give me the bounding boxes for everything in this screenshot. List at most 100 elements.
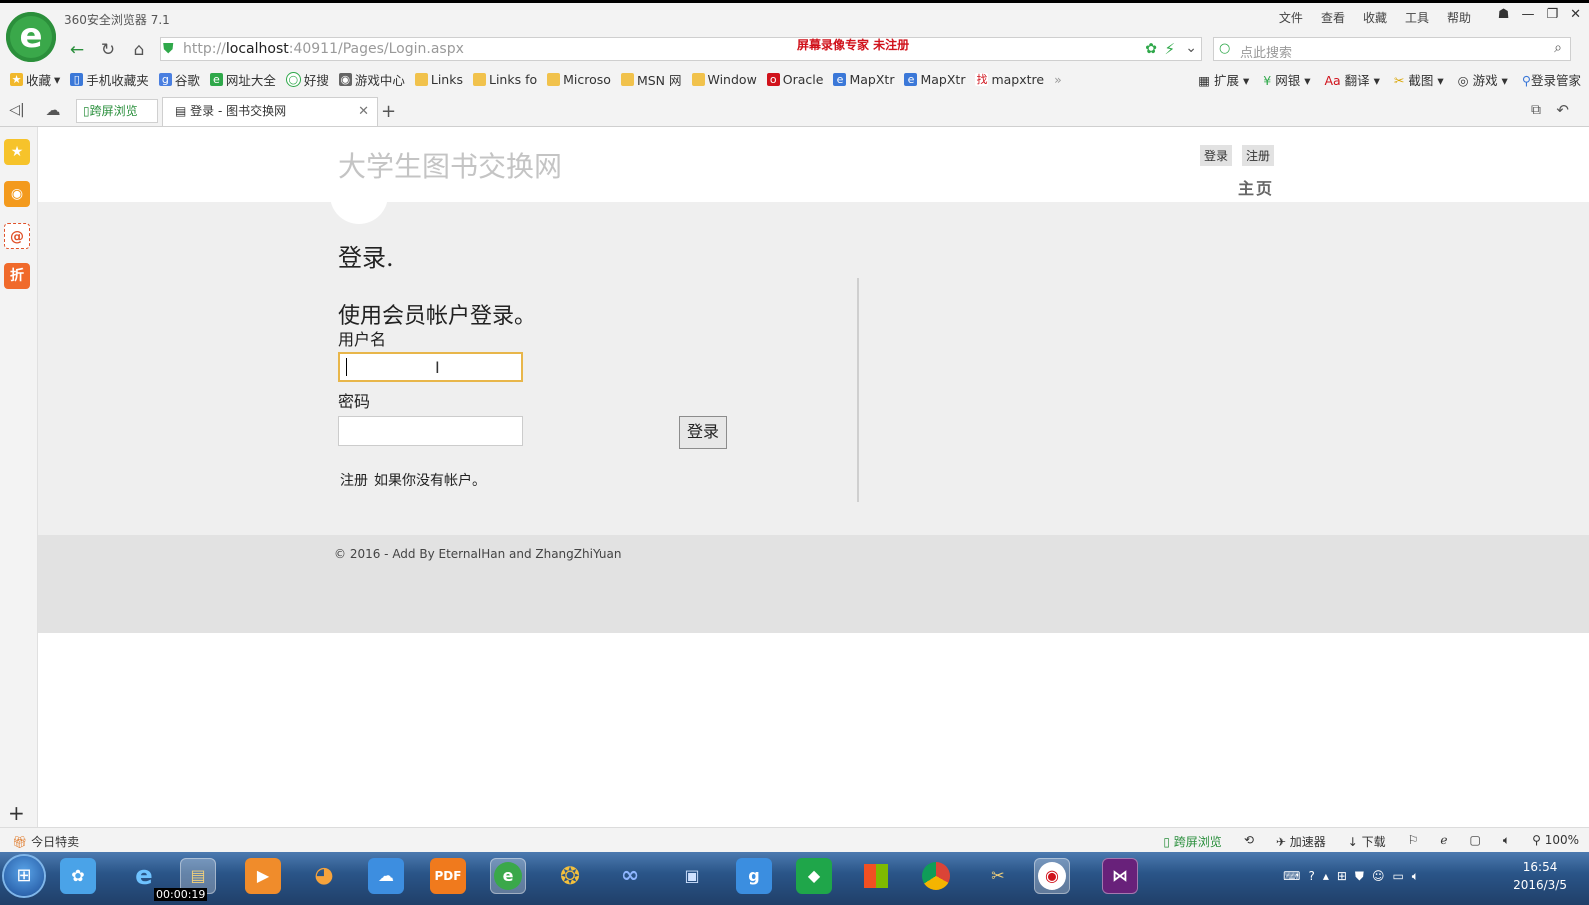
discount-icon[interactable]: 折 (4, 263, 30, 289)
back-icon[interactable]: ← (66, 39, 88, 61)
bookmark-microso[interactable]: Microso (547, 72, 611, 87)
menu-tools[interactable]: 工具 (1405, 9, 1429, 26)
translate-button[interactable]: Aa 翻译 ▾ (1324, 70, 1379, 89)
screenshot-button[interactable]: ✂ 截图 ▾ (1394, 70, 1444, 89)
pdf-icon[interactable]: PDF (430, 858, 466, 894)
tools-icon[interactable]: ✂ (980, 858, 1016, 894)
menu-help[interactable]: 帮助 (1447, 9, 1471, 26)
nav-home-link[interactable]: 主页 (1238, 175, 1274, 199)
site-title[interactable]: 大学生图书交换网 (338, 145, 562, 185)
menu-view[interactable]: 查看 (1321, 9, 1345, 26)
search-box[interactable]: ○ 点此搜索 ⌕ (1213, 37, 1571, 61)
bookmark-haosou[interactable]: ○ 好搜 (285, 70, 329, 89)
bookmark-msn[interactable]: MSN 网 (620, 70, 682, 89)
app-360-icon[interactable]: ✿ (60, 858, 96, 894)
home-icon[interactable]: ⌂ (128, 39, 150, 61)
bookmark-sites[interactable]: e 网址大全 (209, 70, 276, 89)
games-button[interactable]: ◎ 游戏 ▾ (1458, 70, 1508, 89)
username-input[interactable]: I (338, 352, 523, 382)
bookmark-mapxtr-2[interactable]: e MapXtr (904, 72, 965, 87)
login-manager-button[interactable]: ⚲登录管家 (1522, 70, 1581, 89)
system-clock[interactable]: 16:54 2016/3/5 (1513, 858, 1567, 894)
bookmark-links[interactable]: Links (414, 72, 463, 87)
tab-cross-screen[interactable]: ▯跨屏浏览 (76, 99, 158, 123)
status-zoom[interactable]: ⚲ 100% (1532, 833, 1579, 850)
bookmark-window[interactable]: Window (691, 72, 757, 87)
help-icon[interactable]: ? (1308, 869, 1314, 884)
chrome-icon[interactable] (918, 858, 954, 894)
search-icon[interactable]: ⌕ (1554, 40, 1562, 56)
volume-icon[interactable]: 🔈︎ (1412, 869, 1419, 884)
restore-icon[interactable]: ❐ (1546, 7, 1558, 22)
undo-close-icon[interactable]: ↶ (1556, 101, 1569, 119)
tiles-icon[interactable] (858, 858, 894, 894)
bookmark-oracle[interactable]: o Oracle (766, 72, 823, 87)
address-bar[interactable]: ⛊ http://localhost:40911/Pages/Login.asp… (160, 37, 1202, 61)
status-flag-icon[interactable]: ⚐ (1408, 833, 1419, 850)
bookmark-links-fo[interactable]: Links fo (473, 72, 537, 87)
extensions-button[interactable]: ▦ 扩展 ▾ (1198, 70, 1249, 89)
tab-login-page[interactable]: ▤ 登录 - 图书交换网 ✕ (162, 97, 378, 126)
bookmark-google[interactable]: g 谷歌 (158, 70, 200, 89)
search-engine-icon[interactable]: ○ (1219, 41, 1230, 56)
favorites-star-icon[interactable]: ★ (4, 139, 30, 165)
password-input[interactable] (338, 416, 523, 446)
tab-close-icon[interactable]: ✕ (358, 98, 369, 125)
qq-icon[interactable]: ☺ (1372, 869, 1385, 884)
bookmark-mobile[interactable]: ▯ 手机收藏夹 (70, 70, 149, 89)
bookmarks-more-icon[interactable]: » (1054, 72, 1062, 87)
keyboard-icon[interactable]: ⌨ (1283, 869, 1300, 884)
visual-studio-icon[interactable]: ⋈ (1102, 858, 1138, 894)
url-text[interactable]: http://localhost:40911/Pages/Login.aspx (183, 41, 464, 57)
status-ie-icon[interactable]: ℯ (1440, 833, 1447, 850)
display-icon[interactable]: ▭ (1392, 869, 1403, 884)
mail-icon[interactable]: @ (4, 223, 30, 249)
network-icon[interactable]: ⊞ (1337, 869, 1347, 884)
register-link[interactable]: 注册 (340, 473, 368, 489)
today-deals[interactable]: 🎁︎ 今日特卖 (12, 833, 79, 850)
sidebar-toggle-icon[interactable]: ◁| (6, 99, 28, 121)
weibo-icon[interactable]: ◉ (4, 181, 30, 207)
status-accelerator[interactable]: ✈ 加速器 (1276, 833, 1326, 850)
browser-orange-icon[interactable]: ◕ (306, 858, 342, 894)
header-register-link[interactable]: 注册 (1242, 145, 1275, 166)
tray-expand-icon[interactable]: ▴ (1323, 869, 1329, 884)
monitor-icon[interactable]: ▣ (674, 858, 710, 894)
minimize-icon[interactable]: — (1521, 7, 1534, 22)
tab-list-icon[interactable]: ⧉ (1531, 102, 1541, 118)
status-download[interactable]: ↓ 下载 (1348, 833, 1386, 850)
security-icon[interactable]: ⛊ (1355, 869, 1364, 884)
address-dropdown-icon[interactable]: ⌄ (1185, 40, 1197, 56)
login-button[interactable]: 登录 (679, 416, 727, 449)
start-button[interactable]: ⊞ (4, 856, 44, 896)
menu-file[interactable]: 文件 (1279, 9, 1303, 26)
skin-icon[interactable]: ☗ (1498, 7, 1510, 22)
cloud-icon[interactable]: ☁ (42, 99, 64, 121)
bookmark-mapxtr-1[interactable]: e MapXtr (833, 72, 894, 87)
status-history-icon[interactable]: ⟲ (1244, 833, 1254, 850)
new-tab-icon[interactable]: + (381, 101, 396, 122)
header-login-link[interactable]: 登录 (1200, 145, 1233, 166)
bookmark-favorites[interactable]: ★ 收藏 ▾ (10, 70, 60, 89)
compat-mode-icon[interactable]: ✿ (1145, 41, 1157, 57)
browser-360-task-icon[interactable]: e (490, 858, 526, 894)
infinity-icon[interactable]: ∞ (612, 858, 648, 894)
media-player-icon[interactable]: ▶ (245, 858, 281, 894)
status-sound-icon[interactable]: 🔈︎ (1503, 833, 1510, 850)
speed-mode-icon[interactable]: ⚡ (1164, 40, 1175, 58)
refresh-icon[interactable]: ↻ (97, 39, 119, 61)
seal-app-icon[interactable]: ◉ (1034, 858, 1070, 894)
sidebar-add-icon[interactable]: + (8, 801, 25, 825)
folder-icon (547, 72, 561, 86)
bank-button[interactable]: ¥ 网银 ▾ (1263, 70, 1310, 89)
cloud-sync-icon[interactable]: ☁ (368, 858, 404, 894)
close-icon[interactable]: ✕ (1570, 7, 1581, 22)
app-blue-icon[interactable]: g (736, 858, 772, 894)
status-cross-screen[interactable]: ▯ 跨屏浏览 (1163, 833, 1221, 850)
color-wheel-icon[interactable]: ❂ (552, 858, 588, 894)
menu-favorites[interactable]: 收藏 (1363, 9, 1387, 26)
bookmark-games[interactable]: ◉ 游戏中心 (338, 70, 405, 89)
status-window-icon[interactable]: ▢ (1470, 833, 1481, 850)
app-green-icon[interactable]: ◆ (796, 858, 832, 894)
bookmark-mapxtre[interactable]: 找 mapxtre (975, 72, 1044, 87)
